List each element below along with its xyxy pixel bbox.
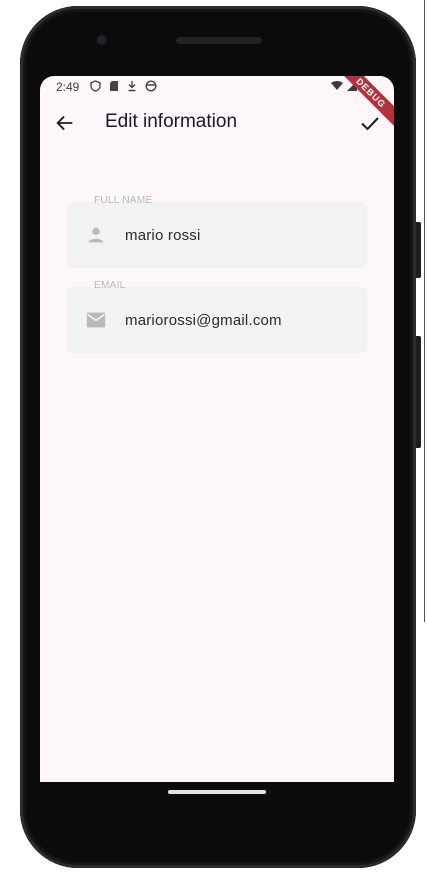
back-arrow-icon[interactable] (54, 112, 76, 134)
mail-icon (86, 312, 106, 328)
volume-button (416, 222, 421, 278)
check-icon[interactable] (358, 111, 382, 135)
page-title: Edit information (105, 111, 238, 132)
home-indicator[interactable] (168, 790, 266, 794)
status-bar: 2:49 DEBUG (40, 76, 394, 130)
power-button (416, 336, 421, 448)
email-label: EMAIL (94, 280, 126, 291)
status-time: 2:49 (56, 80, 80, 94)
window-edge-line (424, 0, 425, 622)
sd-card-icon (110, 81, 118, 91)
status-notification-icons (90, 80, 157, 92)
full-name-label: FULL NAME (94, 195, 153, 206)
app-screen: 2:49 DEBUG Edit information mario rossi … (40, 76, 394, 782)
full-name-value[interactable]: mario rossi (125, 227, 201, 244)
full-name-field[interactable]: mario rossi (67, 202, 367, 268)
email-value[interactable]: mariorossi@gmail.com (125, 312, 282, 329)
email-field[interactable]: mariorossi@gmail.com (67, 287, 367, 353)
front-camera (97, 35, 107, 45)
download-icon (128, 81, 136, 92)
face-icon (145, 80, 157, 92)
earpiece-speaker (176, 37, 262, 44)
wifi-icon (331, 80, 343, 90)
app-bar: Edit information (40, 100, 394, 146)
person-icon (88, 227, 104, 243)
shield-icon (90, 80, 101, 92)
